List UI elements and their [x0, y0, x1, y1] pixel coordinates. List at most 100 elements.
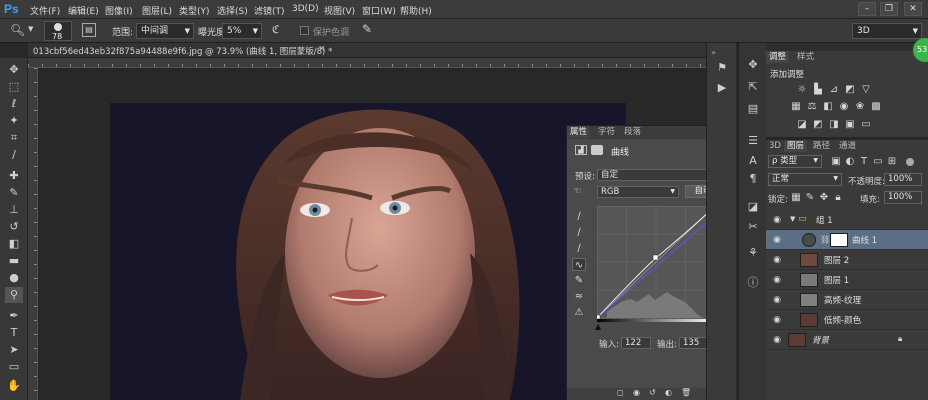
clipping-warning-icon[interactable]: ⚠: [572, 306, 586, 319]
layer-filter-select[interactable]: ρ 类型 ▼: [768, 155, 822, 168]
eraser-icon[interactable]: ◧: [5, 236, 23, 252]
stamp-icon[interactable]: ⊥: [5, 202, 23, 218]
eyedropper-gray-icon[interactable]: ∕: [572, 226, 586, 239]
visibility-eye-icon[interactable]: ◉: [771, 234, 783, 246]
chevron-down-icon[interactable]: ▼: [28, 25, 33, 33]
filter-type-icon[interactable]: T: [858, 156, 870, 168]
tab-styles[interactable]: 样式: [794, 51, 817, 63]
menu-filter[interactable]: 滤镜(T): [254, 4, 285, 17]
input-field[interactable]: 122: [621, 337, 651, 349]
tool-presets-icon[interactable]: ▤: [744, 101, 762, 117]
tab-adjustments[interactable]: 调整: [766, 51, 790, 63]
protect-tones-checkbox[interactable]: [300, 26, 309, 35]
curves-graph[interactable]: [595, 204, 717, 324]
color-lookup-icon[interactable]: ▩: [870, 101, 882, 113]
visibility-eye-icon[interactable]: ◉: [771, 334, 783, 346]
filter-shape-icon[interactable]: ▭: [872, 156, 884, 168]
brush-panel-icon[interactable]: ▤: [82, 23, 96, 37]
close-tab-icon[interactable]: ×: [318, 44, 326, 54]
exposure-icon[interactable]: ◩: [844, 84, 856, 96]
lock-pixels-icon[interactable]: ✎: [804, 192, 816, 204]
trash-icon[interactable]: 🗑︎: [681, 388, 691, 397]
menu-window[interactable]: 窗口(W): [362, 4, 396, 17]
tab-layers[interactable]: 图层: [784, 140, 808, 152]
tab-paragraph[interactable]: 段落: [621, 126, 644, 138]
info-icon[interactable]: ⓘ: [744, 275, 762, 291]
layer-row[interactable]: ◉ 图层 2: [766, 250, 928, 270]
actions-play-icon[interactable]: ▶: [713, 80, 731, 96]
hue-saturation-icon[interactable]: ▦: [790, 101, 802, 113]
black-point-slider[interactable]: ▲: [595, 322, 601, 331]
threshold-icon[interactable]: ◨: [828, 119, 840, 131]
posterize-icon[interactable]: ◩: [812, 119, 824, 131]
eyedropper-black-icon[interactable]: ∕: [572, 210, 586, 223]
lock-all-icon[interactable]: 🔒︎: [832, 192, 844, 204]
paths-icon[interactable]: ✂: [744, 219, 762, 235]
crop-icon[interactable]: ⌗: [5, 130, 23, 146]
mask-icon[interactable]: [591, 145, 603, 155]
levels-icon[interactable]: ▙: [812, 84, 824, 96]
opacity-field[interactable]: 100%: [884, 173, 922, 186]
healing-icon[interactable]: ✚: [5, 168, 23, 184]
smooth-icon[interactable]: ≈: [572, 290, 586, 303]
menu-type[interactable]: 类型(Y): [179, 4, 210, 17]
path-select-icon[interactable]: ➤: [5, 342, 23, 358]
type-icon[interactable]: T: [5, 325, 23, 341]
menu-3d[interactable]: 3D(D): [292, 4, 319, 14]
pressure-icon[interactable]: ✎: [362, 22, 372, 36]
visibility-eye-icon[interactable]: ◉: [771, 294, 783, 306]
clone-source-icon[interactable]: ⇱: [744, 79, 762, 95]
layer-row[interactable]: ◉ 图层 1: [766, 270, 928, 290]
vibrance-icon[interactable]: ▽: [860, 84, 872, 96]
layer-row[interactable]: ◉ 高频-纹理: [766, 290, 928, 310]
filter-toggle[interactable]: [906, 158, 914, 166]
paragraph-icon[interactable]: ¶: [744, 171, 762, 187]
visibility-eye-icon[interactable]: ◉: [771, 254, 783, 266]
menu-layer[interactable]: 图层(L): [142, 4, 172, 17]
tab-properties[interactable]: 属性: [567, 126, 591, 138]
menu-view[interactable]: 视图(V): [324, 4, 355, 17]
layer-mask-thumbnail[interactable]: [830, 233, 848, 247]
gradient-icon[interactable]: ▬: [5, 253, 23, 269]
black-white-icon[interactable]: ◧: [822, 101, 834, 113]
invert-icon[interactable]: ◪: [796, 119, 808, 131]
visibility-eye-icon[interactable]: ◉: [771, 214, 783, 226]
expand-arrow-icon[interactable]: ▼: [790, 215, 795, 223]
document-tab[interactable]: 013cbf56ed43eb32f875a94488e9f6.jpg @ 73.…: [28, 43, 706, 58]
close-button[interactable]: ✕: [904, 2, 922, 16]
history-icon[interactable]: ⚑: [713, 60, 731, 76]
layer-row[interactable]: ◉ ▼ ▭ 组 1: [766, 210, 928, 230]
navigator-icon[interactable]: ⚘: [744, 245, 762, 261]
brush-panel-icon[interactable]: ✥: [744, 57, 762, 73]
quick-select-icon[interactable]: ✦: [5, 113, 23, 129]
airbrush-icon[interactable]: ℭ: [272, 23, 280, 36]
minimize-button[interactable]: –: [858, 2, 876, 16]
properties-panel-icon[interactable]: ☰: [744, 133, 762, 149]
eyedropper-icon[interactable]: ∕: [5, 147, 23, 163]
color-balance-icon[interactable]: ⚖: [806, 101, 818, 113]
dodge-tool-icon[interactable]: 🔍︎: [10, 23, 25, 37]
view-previous-icon[interactable]: ◉: [633, 388, 640, 397]
shape-icon[interactable]: ▭: [5, 359, 23, 375]
curve-edit-icon[interactable]: ∿: [572, 258, 586, 271]
dodge-icon[interactable]: ⚲: [5, 287, 23, 303]
range-select[interactable]: 中间调 ▼: [136, 23, 194, 39]
menu-image[interactable]: 图像(I): [105, 4, 133, 17]
hand-icon[interactable]: ✋: [5, 378, 23, 394]
character-icon[interactable]: A: [744, 153, 762, 169]
collapse-icon[interactable]: »: [711, 48, 716, 57]
preset-select[interactable]: 自定 ▼: [597, 169, 721, 181]
photo-filter-icon[interactable]: ◉: [838, 101, 850, 113]
pencil-draw-icon[interactable]: ✎: [572, 274, 586, 287]
channels-icon[interactable]: ◪: [744, 199, 762, 215]
tab-character[interactable]: 字符: [595, 126, 618, 138]
history-brush-icon[interactable]: ↺: [5, 219, 23, 235]
restore-button[interactable]: ❐: [880, 2, 898, 16]
move-tool-icon[interactable]: ✥: [5, 62, 23, 78]
layer-row[interactable]: ◉ 背景 🔒︎: [766, 330, 928, 350]
marquee-icon[interactable]: ⬚: [5, 79, 23, 95]
lock-position-icon[interactable]: ✥: [818, 192, 830, 204]
brightness-icon[interactable]: ☼: [796, 84, 808, 96]
menu-edit[interactable]: 编辑(E): [68, 4, 99, 17]
pen-icon[interactable]: ✒: [5, 308, 23, 324]
